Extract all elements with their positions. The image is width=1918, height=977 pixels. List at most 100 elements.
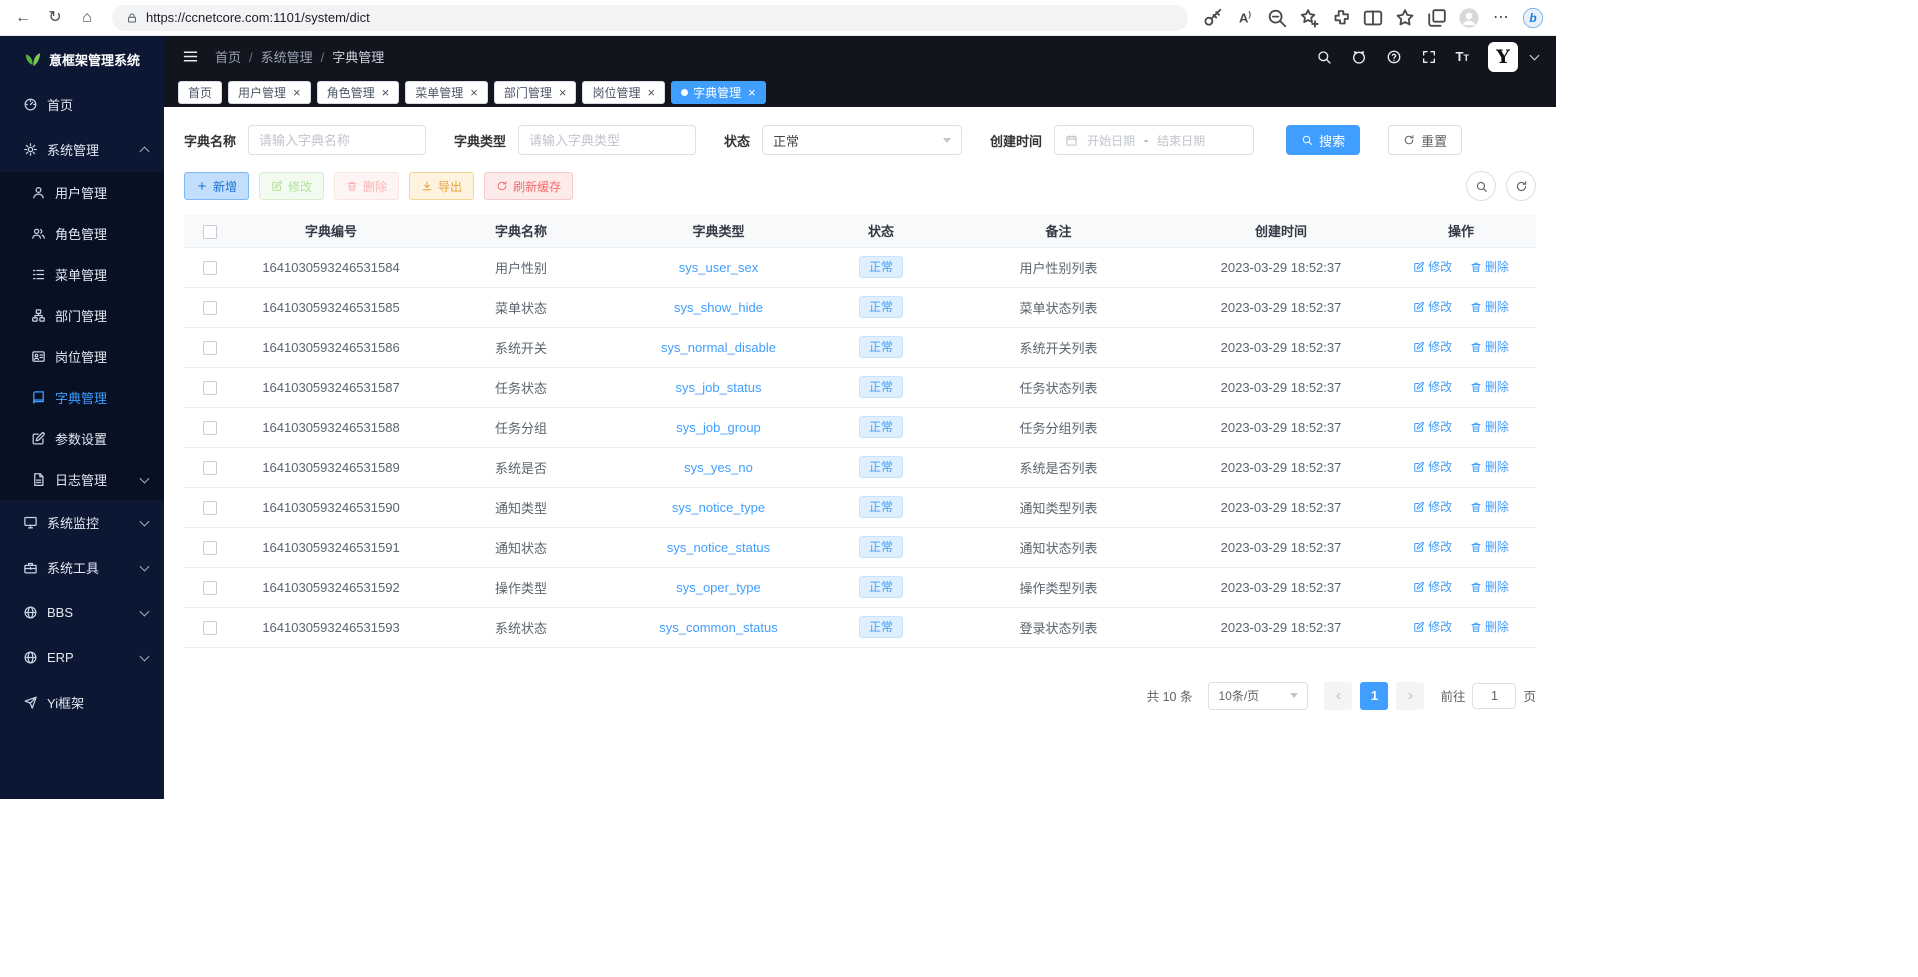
- edit-link[interactable]: 修改: [1413, 378, 1452, 395]
- date-range-picker[interactable]: 开始日期 - 结束日期: [1054, 125, 1254, 155]
- favorites-icon[interactable]: [1390, 4, 1420, 32]
- goto-page-input[interactable]: [1472, 683, 1516, 709]
- home-icon[interactable]: ⌂: [72, 4, 102, 32]
- edit-link[interactable]: 修改: [1413, 538, 1452, 555]
- sidebar-group-monitor[interactable]: 系统监控: [0, 500, 164, 545]
- select-all-checkbox[interactable]: [203, 225, 217, 239]
- sidebar-item-role-mgmt[interactable]: 角色管理: [0, 213, 164, 254]
- tab-user-mgmt[interactable]: 用户管理 ×: [228, 81, 311, 104]
- settings-more-icon[interactable]: ⋯: [1486, 4, 1516, 32]
- font-size-icon[interactable]: TT: [1456, 50, 1469, 63]
- page-size-select[interactable]: 10条/页: [1208, 682, 1308, 710]
- hamburger-icon[interactable]: [182, 48, 199, 65]
- close-icon[interactable]: ×: [748, 86, 756, 99]
- sidebar-group-system-mgmt[interactable]: 系统管理: [0, 127, 164, 172]
- split-screen-icon[interactable]: [1358, 4, 1388, 32]
- current-page[interactable]: 1: [1360, 682, 1388, 710]
- caret-down-icon[interactable]: [1530, 51, 1540, 61]
- export-button[interactable]: 导出: [409, 172, 474, 200]
- dict-type-link[interactable]: sys_show_hide: [674, 300, 763, 315]
- sidebar-group-tools[interactable]: 系统工具: [0, 545, 164, 590]
- sidebar-item-dict-mgmt[interactable]: 字典管理: [0, 377, 164, 418]
- reset-button[interactable]: 重置: [1388, 125, 1462, 155]
- address-bar[interactable]: https://ccnetcore.com:1101/system/dict: [112, 5, 1188, 31]
- sidebar-item-home[interactable]: 首页: [0, 82, 164, 127]
- row-checkbox[interactable]: [203, 501, 217, 515]
- edit-link[interactable]: 修改: [1413, 618, 1452, 635]
- row-checkbox[interactable]: [203, 621, 217, 635]
- password-key-icon[interactable]: [1198, 4, 1228, 32]
- delete-link[interactable]: 删除: [1470, 378, 1509, 395]
- dict-type-link[interactable]: sys_job_status: [676, 380, 762, 395]
- delete-link[interactable]: 删除: [1470, 258, 1509, 275]
- search-icon[interactable]: [1316, 49, 1332, 65]
- edit-link[interactable]: 修改: [1413, 458, 1452, 475]
- sidebar-group-log-mgmt[interactable]: 日志管理: [0, 459, 164, 500]
- sidebar-item-menu-mgmt[interactable]: 菜单管理: [0, 254, 164, 295]
- refresh-cache-button[interactable]: 刷新缓存: [484, 172, 573, 200]
- dict-type-link[interactable]: sys_oper_type: [676, 580, 761, 595]
- close-icon[interactable]: ×: [647, 86, 655, 99]
- delete-link[interactable]: 删除: [1470, 458, 1509, 475]
- delete-link[interactable]: 删除: [1470, 618, 1509, 635]
- edit-link[interactable]: 修改: [1413, 258, 1452, 275]
- row-checkbox[interactable]: [203, 341, 217, 355]
- tab-post-mgmt[interactable]: 岗位管理 ×: [582, 81, 665, 104]
- close-icon[interactable]: ×: [559, 86, 567, 99]
- delete-link[interactable]: 删除: [1470, 578, 1509, 595]
- delete-link[interactable]: 删除: [1470, 338, 1509, 355]
- tab-dict-mgmt[interactable]: 字典管理 ×: [671, 81, 766, 104]
- reload-icon[interactable]: ↻: [40, 4, 70, 32]
- copilot-bing-icon[interactable]: b: [1518, 4, 1548, 32]
- edit-link[interactable]: 修改: [1413, 498, 1452, 515]
- back-icon[interactable]: ←: [8, 4, 38, 32]
- dict-type-input[interactable]: [518, 125, 696, 155]
- delete-button[interactable]: 删除: [334, 172, 399, 200]
- collections-icon[interactable]: [1422, 4, 1452, 32]
- extensions-icon[interactable]: [1326, 4, 1356, 32]
- row-checkbox[interactable]: [203, 581, 217, 595]
- profile-avatar-icon[interactable]: [1454, 4, 1484, 32]
- add-button[interactable]: 新增: [184, 172, 249, 200]
- tab-dept-mgmt[interactable]: 部门管理 ×: [494, 81, 577, 104]
- search-button[interactable]: 搜索: [1286, 125, 1360, 155]
- row-checkbox[interactable]: [203, 381, 217, 395]
- dict-type-link[interactable]: sys_normal_disable: [661, 340, 776, 355]
- dict-type-link[interactable]: sys_common_status: [659, 620, 778, 635]
- user-avatar-logo[interactable]: Y: [1488, 42, 1518, 72]
- edit-link[interactable]: 修改: [1413, 338, 1452, 355]
- row-checkbox[interactable]: [203, 461, 217, 475]
- dict-name-input[interactable]: [248, 125, 426, 155]
- sidebar-item-yi-framework[interactable]: Yi框架: [0, 680, 164, 725]
- edit-link[interactable]: 修改: [1413, 418, 1452, 435]
- breadcrumb-item[interactable]: 系统管理: [249, 47, 313, 66]
- delete-link[interactable]: 删除: [1470, 298, 1509, 315]
- next-page-button[interactable]: ›: [1396, 682, 1424, 710]
- help-icon[interactable]: [1386, 49, 1402, 65]
- github-icon[interactable]: [1351, 49, 1367, 65]
- sidebar-group-erp[interactable]: ERP: [0, 635, 164, 680]
- tab-home[interactable]: 首页: [178, 81, 222, 104]
- close-icon[interactable]: ×: [382, 86, 390, 99]
- tab-menu-mgmt[interactable]: 菜单管理 ×: [405, 81, 488, 104]
- breadcrumb-item[interactable]: 首页: [215, 47, 241, 66]
- breadcrumb-item[interactable]: 字典管理: [321, 47, 385, 66]
- delete-link[interactable]: 删除: [1470, 498, 1509, 515]
- dict-type-link[interactable]: sys_notice_type: [672, 500, 765, 515]
- sidebar-item-dept-mgmt[interactable]: 部门管理: [0, 295, 164, 336]
- dict-type-link[interactable]: sys_user_sex: [679, 260, 758, 275]
- read-aloud-icon[interactable]: A): [1230, 4, 1260, 32]
- row-checkbox[interactable]: [203, 261, 217, 275]
- sidebar-group-bbs[interactable]: BBS: [0, 590, 164, 635]
- dict-type-link[interactable]: sys_yes_no: [684, 460, 753, 475]
- dict-type-link[interactable]: sys_job_group: [676, 420, 761, 435]
- delete-link[interactable]: 删除: [1470, 418, 1509, 435]
- sidebar-item-param-settings[interactable]: 参数设置: [0, 418, 164, 459]
- close-icon[interactable]: ×: [470, 86, 478, 99]
- dict-type-link[interactable]: sys_notice_status: [667, 540, 770, 555]
- refresh-table-button[interactable]: [1506, 171, 1536, 201]
- favorite-add-icon[interactable]: [1294, 4, 1324, 32]
- fullscreen-icon[interactable]: [1421, 49, 1437, 65]
- edit-link[interactable]: 修改: [1413, 298, 1452, 315]
- sidebar-item-user-mgmt[interactable]: 用户管理: [0, 172, 164, 213]
